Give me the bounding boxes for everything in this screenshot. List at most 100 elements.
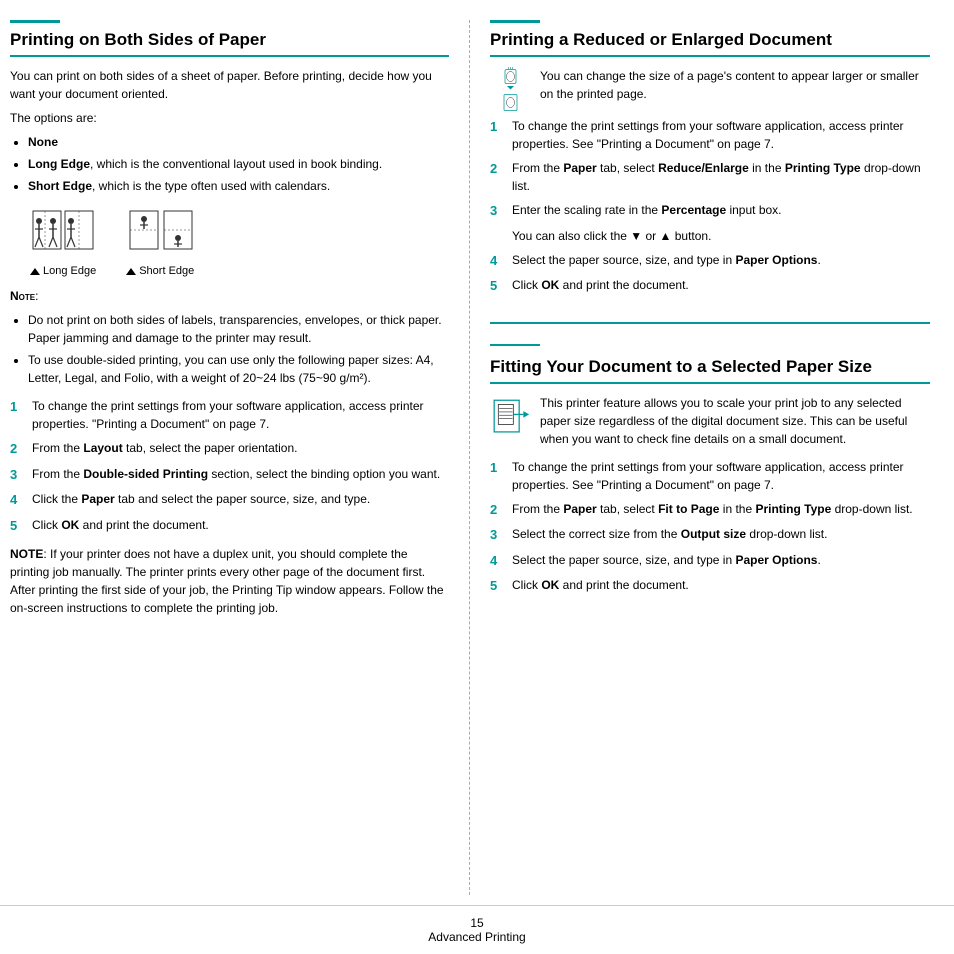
right-step1-3b: You can also click the ▼ or ▲ button. — [490, 227, 930, 245]
step-1-text: To change the print settings from your s… — [32, 397, 449, 433]
right-step1-2-text: From the Paper tab, select Reduce/Enlarg… — [512, 159, 930, 195]
notes-list: Do not print on both sides of labels, tr… — [28, 311, 449, 387]
option-long-edge-label: Long Edge — [28, 157, 90, 171]
step-2-text: From the Layout tab, select the paper or… — [32, 439, 297, 459]
right-step1-4-text: Select the paper source, size, and type … — [512, 251, 821, 271]
right-step2-5-text: Click OK and print the document. — [512, 576, 689, 596]
right-section-1: Printing a Reduced or Enlarged Document … — [490, 20, 930, 324]
right-column: Printing a Reduced or Enlarged Document … — [470, 20, 930, 895]
right-step2-4: 4 Select the paper source, size, and typ… — [490, 551, 930, 571]
right-step1-3b-text: You can also click the ▼ or ▲ button. — [512, 227, 711, 245]
note-box: Note: Do not print on both sides of labe… — [10, 287, 449, 387]
long-edge-text: Long Edge — [43, 265, 96, 277]
step-4-text: Click the Paper tab and select the paper… — [32, 490, 370, 510]
right-section1-title: Printing a Reduced or Enlarged Document — [490, 29, 930, 57]
footer: 15 Advanced Printing — [0, 905, 954, 954]
short-edge-text: Short Edge — [139, 265, 194, 277]
main-content: Printing on Both Sides of Paper You can … — [0, 0, 954, 905]
right-step-num2-4: 4 — [490, 551, 508, 571]
right-step2-1-text: To change the print settings from your s… — [512, 458, 930, 494]
option-none-label: None — [28, 135, 58, 149]
left-steps: 1 To change the print settings from your… — [10, 397, 449, 535]
left-step-5: 5 Click OK and print the document. — [10, 516, 449, 536]
note-title-label: Note — [10, 289, 35, 303]
triangle-icon-short — [126, 268, 136, 275]
right-step2-3-text: Select the correct size from the Output … — [512, 525, 827, 545]
right-step2-1: 1 To change the print settings from your… — [490, 458, 930, 494]
right-step-num2-5: 5 — [490, 576, 508, 596]
long-edge-label: Long Edge — [30, 265, 96, 277]
right-steps-2: 1 To change the print settings from your… — [490, 458, 930, 596]
page: Printing on Both Sides of Paper You can … — [0, 0, 954, 954]
options-list: None Long Edge, which is the conventiona… — [28, 133, 449, 195]
right-step-num1-1: 1 — [490, 117, 508, 153]
step-num-5: 5 — [10, 516, 28, 536]
left-section-title: Printing on Both Sides of Paper — [10, 29, 449, 57]
page-subtitle: Advanced Printing — [428, 930, 525, 944]
note-item-2: To use double-sided printing, you can us… — [28, 351, 449, 387]
option-long-edge: Long Edge, which is the conventional lay… — [28, 155, 449, 173]
option-short-edge-desc: , which is the type often used with cale… — [92, 179, 330, 193]
right-section-2: Fitting Your Document to a Selected Pape… — [490, 344, 930, 596]
page-number: 15 — [470, 916, 483, 930]
option-short-edge: Short Edge, which is the type often used… — [28, 177, 449, 195]
right-steps-1: 1 To change the print settings from your… — [490, 117, 930, 296]
option-long-edge-desc: , which is the conventional layout used … — [90, 157, 382, 171]
long-edge-illustration: Long Edge — [30, 209, 96, 277]
left-intro2: The options are: — [10, 109, 449, 127]
step-num-2: 2 — [10, 439, 28, 459]
right-step1-3-text: Enter the scaling rate in the Percentage… — [512, 201, 782, 221]
left-step-2: 2 From the Layout tab, select the paper … — [10, 439, 449, 459]
step-num-3: 3 — [10, 465, 28, 485]
carrot-icon — [490, 67, 530, 112]
fit-page-icon — [490, 394, 530, 444]
note-bottom-label: NOTE — [10, 547, 43, 561]
step-num-1: 1 — [10, 397, 28, 433]
step-5-text: Click OK and print the document. — [32, 516, 209, 536]
right-step2-3: 3 Select the correct size from the Outpu… — [490, 525, 930, 545]
illustrations: Long Edge — [30, 209, 449, 277]
right-step-num1-4: 4 — [490, 251, 508, 271]
left-step-3: 3 From the Double-sided Printing section… — [10, 465, 449, 485]
long-edge-pages — [31, 209, 96, 261]
right-step2-2-text: From the Paper tab, select Fit to Page i… — [512, 500, 913, 520]
note-title: Note: — [10, 287, 449, 305]
short-edge-illustration: Short Edge — [126, 209, 194, 277]
step-3-text: From the Double-sided Printing section, … — [32, 465, 440, 485]
triangle-icon-long — [30, 268, 40, 275]
right-section2-title: Fitting Your Document to a Selected Pape… — [490, 356, 930, 384]
step-num-4: 4 — [10, 490, 28, 510]
long-edge-left-page — [31, 209, 96, 261]
right-step-num1-3b — [490, 227, 508, 245]
left-step-4: 4 Click the Paper tab and select the pap… — [10, 490, 449, 510]
title-bar-right-1 — [490, 20, 540, 23]
right-step-num2-3: 3 — [490, 525, 508, 545]
right-step-num1-5: 5 — [490, 276, 508, 296]
right-step-num2-2: 2 — [490, 500, 508, 520]
right-step-num1-3: 3 — [490, 201, 508, 221]
option-short-edge-label: Short Edge — [28, 179, 92, 193]
right-step1-4: 4 Select the paper source, size, and typ… — [490, 251, 930, 271]
right-step1-5-text: Click OK and print the document. — [512, 276, 689, 296]
left-column: Printing on Both Sides of Paper You can … — [10, 20, 470, 895]
option-none: None — [28, 133, 449, 151]
left-step-1: 1 To change the print settings from your… — [10, 397, 449, 433]
title-bar-left — [10, 20, 60, 23]
right-step1-3: 3 Enter the scaling rate in the Percenta… — [490, 201, 930, 221]
right-step-num1-2: 2 — [490, 159, 508, 195]
right-step1-2: 2 From the Paper tab, select Reduce/Enla… — [490, 159, 930, 195]
right-step1-1-text: To change the print settings from your s… — [512, 117, 930, 153]
left-intro1: You can print on both sides of a sheet o… — [10, 67, 449, 103]
short-edge-pages — [128, 209, 193, 261]
right-step2-5: 5 Click OK and print the document. — [490, 576, 930, 596]
right-section1-intro: You can change the size of a page's cont… — [490, 67, 930, 103]
right-section2-intro: This printer feature allows you to scale… — [490, 394, 930, 448]
note-bottom: NOTE: If your printer does not have a du… — [10, 545, 449, 617]
divider-right-2 — [490, 344, 540, 346]
note-item-1: Do not print on both sides of labels, tr… — [28, 311, 449, 347]
short-edge-label: Short Edge — [126, 265, 194, 277]
right-step1-1: 1 To change the print settings from your… — [490, 117, 930, 153]
right-step2-4-text: Select the paper source, size, and type … — [512, 551, 821, 571]
right-step2-2: 2 From the Paper tab, select Fit to Page… — [490, 500, 930, 520]
right-step-num2-1: 1 — [490, 458, 508, 494]
